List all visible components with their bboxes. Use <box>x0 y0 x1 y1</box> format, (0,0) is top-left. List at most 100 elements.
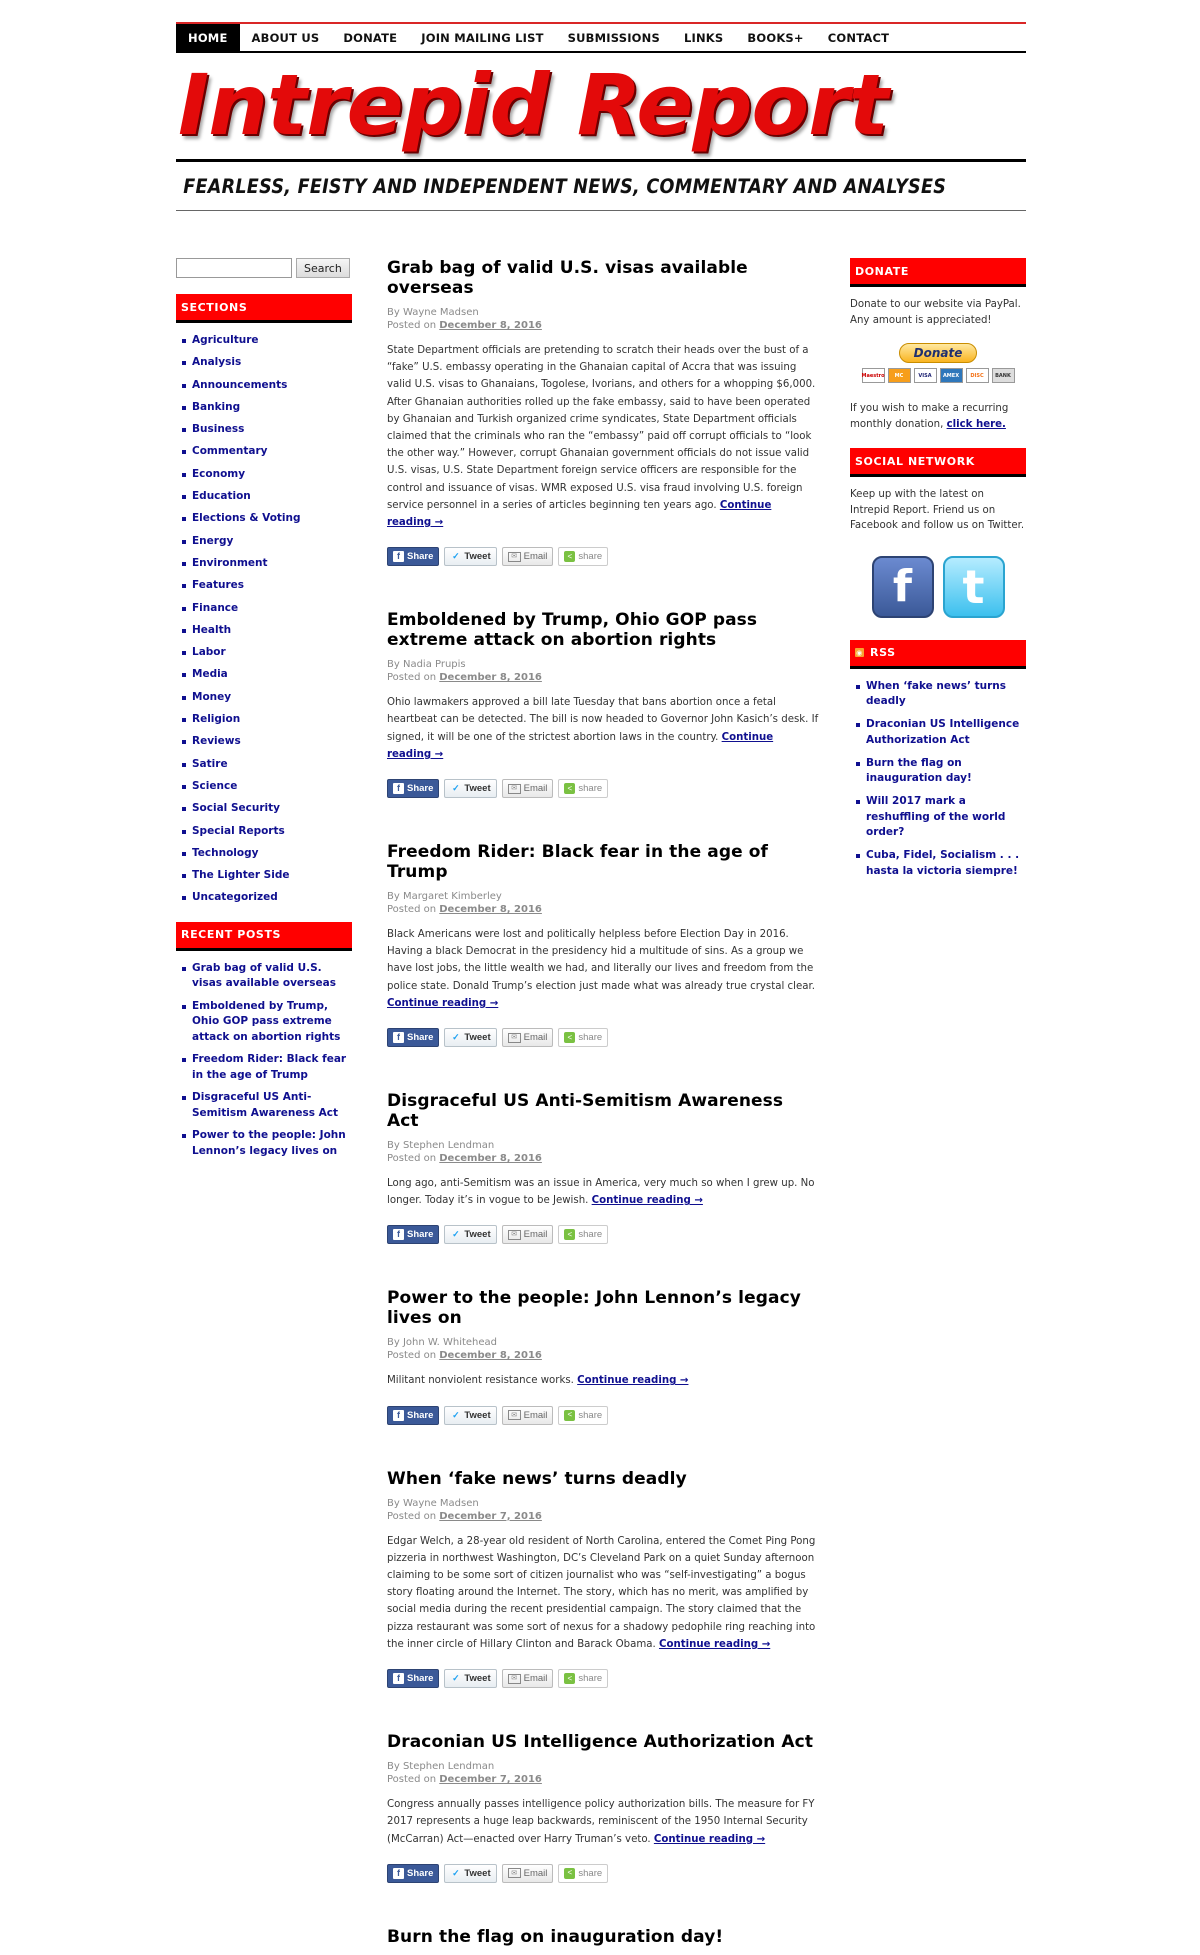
nav-submissions[interactable]: SUBMISSIONS <box>556 24 672 51</box>
nav-links[interactable]: LINKS <box>672 24 735 51</box>
section-link[interactable]: Agriculture <box>182 333 352 349</box>
rss-item-link[interactable]: When ‘fake news’ turns deadly <box>856 679 1026 710</box>
recent-post-link[interactable]: Freedom Rider: Black fear in the age of … <box>182 1052 352 1083</box>
post-title[interactable]: Power to the people: John Lennon’s legac… <box>387 1288 819 1328</box>
email-button[interactable]: ✉ Email <box>501 547 554 567</box>
tweet-button[interactable]: ✓ Tweet <box>444 1669 497 1689</box>
section-link[interactable]: Health <box>182 623 352 639</box>
sharethis-button[interactable]: < share <box>558 1405 609 1425</box>
post-title[interactable]: Burn the flag on inauguration day! <box>387 1927 819 1947</box>
section-link[interactable]: Media <box>182 667 352 683</box>
post-date[interactable]: December 8, 2016 <box>439 320 542 331</box>
nav-donate[interactable]: DONATE <box>331 24 409 51</box>
continue-reading-link[interactable]: Continue reading → <box>659 1639 770 1650</box>
tweet-button[interactable]: ✓ Tweet <box>444 1028 497 1048</box>
sharethis-button[interactable]: < share <box>558 547 609 567</box>
recent-post-link[interactable]: Grab bag of valid U.S. visas available o… <box>182 961 352 992</box>
search-button[interactable]: Search <box>296 258 350 278</box>
facebook-share-button[interactable]: f Share <box>387 547 440 567</box>
post-date[interactable]: December 7, 2016 <box>439 1511 542 1522</box>
sharethis-button[interactable]: < share <box>558 779 609 799</box>
post-title[interactable]: Disgraceful US Anti-Semitism Awareness A… <box>387 1091 819 1131</box>
section-link[interactable]: Environment <box>182 556 352 572</box>
sharethis-button[interactable]: < share <box>558 1028 609 1048</box>
post-title[interactable]: Emboldened by Trump, Ohio GOP pass extre… <box>387 610 819 650</box>
search-input[interactable] <box>176 258 292 278</box>
recurring-donation-link[interactable]: click here. <box>947 419 1006 430</box>
nav-contact[interactable]: CONTACT <box>816 24 901 51</box>
nav-books[interactable]: BOOKS+ <box>735 24 815 51</box>
continue-reading-link[interactable]: Continue reading → <box>387 998 498 1009</box>
nav-about-us[interactable]: ABOUT US <box>240 24 332 51</box>
section-link[interactable]: Satire <box>182 757 352 773</box>
email-button[interactable]: ✉ Email <box>501 1863 554 1883</box>
rss-icon[interactable]: ◉ <box>855 648 864 657</box>
rss-item-link[interactable]: Will 2017 mark a reshuffling of the worl… <box>856 794 1026 841</box>
email-button[interactable]: ✉ Email <box>501 1225 554 1245</box>
facebook-icon[interactable]: f <box>871 555 934 618</box>
section-link[interactable]: Religion <box>182 712 352 728</box>
section-link[interactable]: Banking <box>182 400 352 416</box>
section-link[interactable]: Features <box>182 578 352 594</box>
recent-post-link[interactable]: Disgraceful US Anti-Semitism Awareness A… <box>182 1090 352 1121</box>
tweet-button[interactable]: ✓ Tweet <box>444 1405 497 1425</box>
section-link[interactable]: Business <box>182 422 352 438</box>
nav-join-mailing-list[interactable]: JOIN MAILING LIST <box>409 24 555 51</box>
post-title[interactable]: Draconian US Intelligence Authorization … <box>387 1732 819 1752</box>
section-link[interactable]: Education <box>182 489 352 505</box>
facebook-share-button[interactable]: f Share <box>387 1028 440 1048</box>
section-link[interactable]: Economy <box>182 467 352 483</box>
rss-item-link[interactable]: Burn the flag on inauguration day! <box>856 756 1026 787</box>
facebook-share-button[interactable]: f Share <box>387 779 440 799</box>
section-link[interactable]: Analysis <box>182 355 352 371</box>
section-link[interactable]: Finance <box>182 601 352 617</box>
post-title[interactable]: When ‘fake news’ turns deadly <box>387 1469 819 1489</box>
nav-home[interactable]: HOME <box>176 24 240 51</box>
post-date[interactable]: December 8, 2016 <box>439 904 542 915</box>
section-link[interactable]: Commentary <box>182 444 352 460</box>
email-button[interactable]: ✉ Email <box>501 779 554 799</box>
facebook-share-button[interactable]: f Share <box>387 1225 440 1245</box>
section-link[interactable]: Reviews <box>182 734 352 750</box>
section-link[interactable]: Uncategorized <box>182 890 352 906</box>
rss-item-link[interactable]: Draconian US Intelligence Authorization … <box>856 717 1026 748</box>
twitter-icon[interactable]: t <box>942 555 1005 618</box>
section-link[interactable]: The Lighter Side <box>182 868 352 884</box>
post-title[interactable]: Freedom Rider: Black fear in the age of … <box>387 842 819 882</box>
post-date[interactable]: December 8, 2016 <box>439 1350 542 1361</box>
email-button[interactable]: ✉ Email <box>501 1028 554 1048</box>
post-date[interactable]: December 8, 2016 <box>439 672 542 683</box>
recent-post-link[interactable]: Emboldened by Trump, Ohio GOP pass extre… <box>182 999 352 1046</box>
post-title[interactable]: Grab bag of valid U.S. visas available o… <box>387 258 819 298</box>
email-button[interactable]: ✉ Email <box>501 1669 554 1689</box>
post-date[interactable]: December 8, 2016 <box>439 1153 542 1164</box>
section-link[interactable]: Energy <box>182 534 352 550</box>
section-link[interactable]: Elections & Voting <box>182 511 352 527</box>
email-button[interactable]: ✉ Email <box>501 1405 554 1425</box>
continue-reading-link[interactable]: Continue reading → <box>592 1195 703 1206</box>
site-logo[interactable]: Intrepid Report <box>178 55 889 155</box>
sharethis-button[interactable]: < share <box>558 1669 609 1689</box>
tweet-button[interactable]: ✓ Tweet <box>444 547 497 567</box>
rss-item-link[interactable]: Cuba, Fidel, Socialism . . . hasta la vi… <box>856 848 1026 879</box>
section-link[interactable]: Social Security <box>182 801 352 817</box>
section-link[interactable]: Money <box>182 690 352 706</box>
section-link[interactable]: Technology <box>182 846 352 862</box>
tweet-button[interactable]: ✓ Tweet <box>444 1225 497 1245</box>
tweet-button[interactable]: ✓ Tweet <box>444 1863 497 1883</box>
sharethis-button[interactable]: < share <box>558 1863 609 1883</box>
post-date[interactable]: December 7, 2016 <box>439 1774 542 1785</box>
facebook-share-button[interactable]: f Share <box>387 1863 440 1883</box>
continue-reading-link[interactable]: Continue reading → <box>654 1834 765 1845</box>
continue-reading-link[interactable]: Continue reading → <box>577 1375 688 1386</box>
section-link[interactable]: Special Reports <box>182 824 352 840</box>
sharethis-button[interactable]: < share <box>558 1225 609 1245</box>
paypal-donate-button[interactable]: Donate <box>898 343 978 363</box>
recent-post-link[interactable]: Power to the people: John Lennon’s legac… <box>182 1128 352 1159</box>
section-link[interactable]: Science <box>182 779 352 795</box>
facebook-share-button[interactable]: f Share <box>387 1669 440 1689</box>
tweet-button[interactable]: ✓ Tweet <box>444 779 497 799</box>
section-link[interactable]: Labor <box>182 645 352 661</box>
section-link[interactable]: Announcements <box>182 378 352 394</box>
facebook-share-button[interactable]: f Share <box>387 1405 440 1425</box>
